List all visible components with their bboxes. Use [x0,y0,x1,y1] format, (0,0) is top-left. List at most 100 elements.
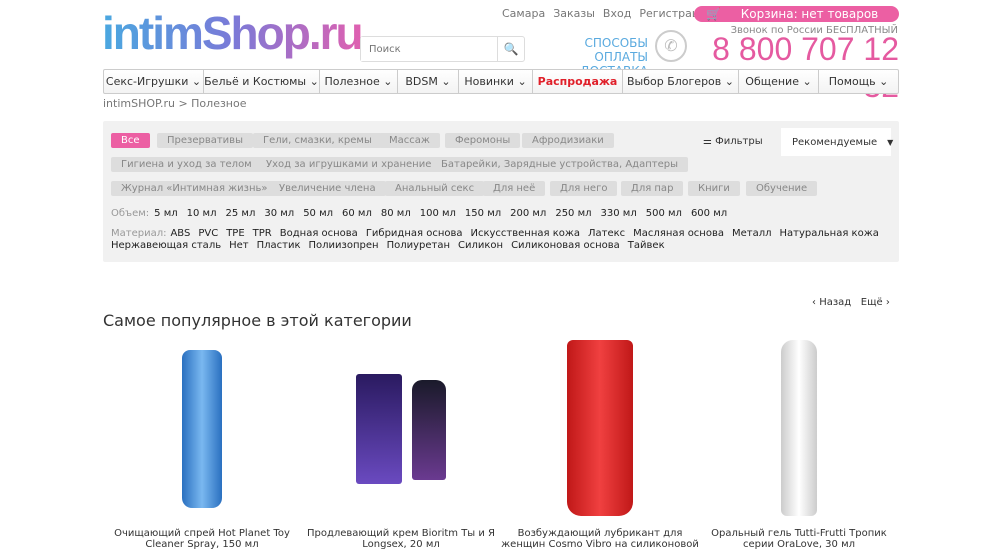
material-option[interactable]: Латекс [588,228,625,239]
breadcrumb: intimSHOP.ru > Полезное [103,97,247,110]
payment-link[interactable]: СПОСОБЫ ОПЛАТЫ [530,36,649,64]
volume-option[interactable]: 30 мл [264,208,294,219]
nav-item[interactable]: Общение ⌄ [739,70,819,93]
product-card[interactable]: Возбуждающий лубрикант для женщин Cosmo … [501,338,699,550]
sliders-icon: ⚌ [703,136,712,147]
category-chip[interactable]: Гели, смазки, кремы [253,133,382,148]
material-option[interactable]: Нет [229,240,249,251]
category-chip[interactable]: Обучение [746,181,818,196]
category-chip[interactable]: Книги [688,181,740,196]
product-name[interactable]: Возбуждающий лубрикант для женщин Cosmo … [501,528,699,550]
material-filter: Материал: ABS PVC TPE TPR Водная основа … [111,228,879,239]
category-chip[interactable]: Анальный секс [385,181,485,196]
material-option[interactable]: Тайвек [628,240,665,251]
nav-item[interactable]: Бельё и Костюмы ⌄ [204,70,320,93]
login-link[interactable]: Вход [603,7,631,20]
volume-option[interactable]: 10 мл [187,208,217,219]
sort-select[interactable]: Рекомендуемые ▼ [781,128,894,156]
category-chip[interactable]: Увеличение члена [269,181,386,196]
search-button[interactable]: 🔍 [497,37,524,61]
product-image[interactable] [700,338,898,518]
material-option[interactable]: Силикон [458,240,503,251]
material-option[interactable]: Полиуретан [387,240,450,251]
volume-option[interactable]: 5 мл [154,208,177,219]
product-name[interactable]: Продлевающий крем Bioritm Ты и Я Longsex… [302,528,500,550]
product-card[interactable]: Очищающий спрей Hot Planet Toy Cleaner S… [103,338,301,550]
material-filter-line2: Нержавеющая сталь Нет Пластик Полиизопре… [111,240,665,251]
volume-option[interactable]: 100 мл [420,208,456,219]
volume-option[interactable]: 60 мл [342,208,372,219]
category-chip[interactable]: Феромоны [445,133,521,148]
material-option[interactable]: TPE [226,228,244,239]
volume-option[interactable]: 600 мл [691,208,727,219]
product-card[interactable]: Продлевающий крем Bioritm Ты и Я Longsex… [302,338,500,550]
nav-item[interactable]: BDSM ⌄ [398,70,459,93]
material-option[interactable]: TPR [253,228,272,239]
nav-item[interactable]: Секс-Игрушки ⌄ [104,70,204,93]
volume-option[interactable]: 330 мл [601,208,637,219]
product-card[interactable]: Оральный гель Tutti-Frutti Тропик серии … [700,338,898,550]
product-image[interactable] [501,338,699,518]
cart-button[interactable]: 🛒 Корзина: нет товаров [694,6,899,22]
logo[interactable]: intimShop.ru [102,6,364,60]
next-button[interactable]: Ещё › [861,297,890,308]
search-icon: 🔍 [503,42,519,56]
top-links: Самара Заказы Вход Регистрация [502,7,713,20]
city-link[interactable]: Самара [502,7,545,20]
category-chip[interactable]: Для него [550,181,618,196]
product-image[interactable] [103,338,301,518]
category-chip[interactable]: Уход за игрушками и хранение [256,157,442,172]
material-option[interactable]: Нержавеющая сталь [111,240,221,251]
nav-item[interactable]: Выбор Блогеров ⌄ [623,70,739,93]
material-option[interactable]: Полиизопрен [309,240,379,251]
volume-option[interactable]: 25 мл [226,208,256,219]
product-name[interactable]: Очищающий спрей Hot Planet Toy Cleaner S… [103,528,301,550]
search-input[interactable] [361,37,497,61]
filters-button[interactable]: ⚌ Фильтры [703,136,763,147]
phone-icon: ✆ [655,30,687,62]
category-chip[interactable]: Презервативы [157,133,253,148]
material-option[interactable]: Натуральная кожа [780,228,879,239]
nav-item[interactable]: Новинки ⌄ [459,70,533,93]
category-chip-all[interactable]: Все [111,133,150,148]
material-option[interactable]: Металл [732,228,772,239]
section-title: Самое популярное в этой категории [103,311,412,330]
filter-panel: Все Презервативы Гели, смазки, кремы Мас… [103,121,899,262]
volume-option[interactable]: 150 мл [465,208,501,219]
category-chip[interactable]: Гигиена и уход за телом [111,157,262,172]
breadcrumb-home[interactable]: intimSHOP.ru [103,97,175,110]
nav-item[interactable]: Полезное ⌄ [320,70,398,93]
volume-option[interactable]: 80 мл [381,208,411,219]
main-nav: Секс-Игрушки ⌄ Бельё и Костюмы ⌄ Полезно… [103,69,899,94]
nav-item[interactable]: Помощь ⌄ [819,70,898,93]
material-option[interactable]: PVC [198,228,218,239]
material-option[interactable]: Масляная основа [633,228,724,239]
material-option[interactable]: Гибридная основа [366,228,463,239]
category-chip[interactable]: Массаж [379,133,440,148]
material-option[interactable]: ABS [170,228,190,239]
volume-filter: Объем: 5 мл 10 мл 25 мл 30 мл 50 мл 60 м… [111,208,728,219]
category-chip[interactable]: Для неё [483,181,546,196]
prev-button[interactable]: ‹ Назад [812,297,851,308]
category-chip[interactable]: Батарейки, Зарядные устройства, Адаптеры [431,157,688,172]
material-option[interactable]: Искусственная кожа [471,228,581,239]
caret-down-icon: ▼ [887,137,894,147]
product-name[interactable]: Оральный гель Tutti-Frutti Тропик серии … [700,528,898,550]
material-option[interactable]: Пластик [257,240,301,251]
volume-option[interactable]: 200 мл [510,208,546,219]
volume-option[interactable]: 500 мл [646,208,682,219]
nav-item-sale[interactable]: Распродажа [533,70,623,93]
search-box: 🔍 [360,36,525,62]
volume-option[interactable]: 50 мл [303,208,333,219]
breadcrumb-current: Полезное [191,97,247,110]
carousel-pager: ‹ Назад Ещё › [812,297,890,308]
volume-option[interactable]: 250 мл [555,208,591,219]
orders-link[interactable]: Заказы [553,7,595,20]
category-chip[interactable]: Афродизиаки [522,133,614,148]
material-option[interactable]: Водная основа [280,228,358,239]
product-image[interactable] [302,338,500,518]
material-option[interactable]: Силиконовая основа [511,240,620,251]
category-chip[interactable]: Для пар [621,181,684,196]
cart-icon: 🛒 [706,7,721,21]
category-chip[interactable]: Журнал «Интимная жизнь» [111,181,278,196]
